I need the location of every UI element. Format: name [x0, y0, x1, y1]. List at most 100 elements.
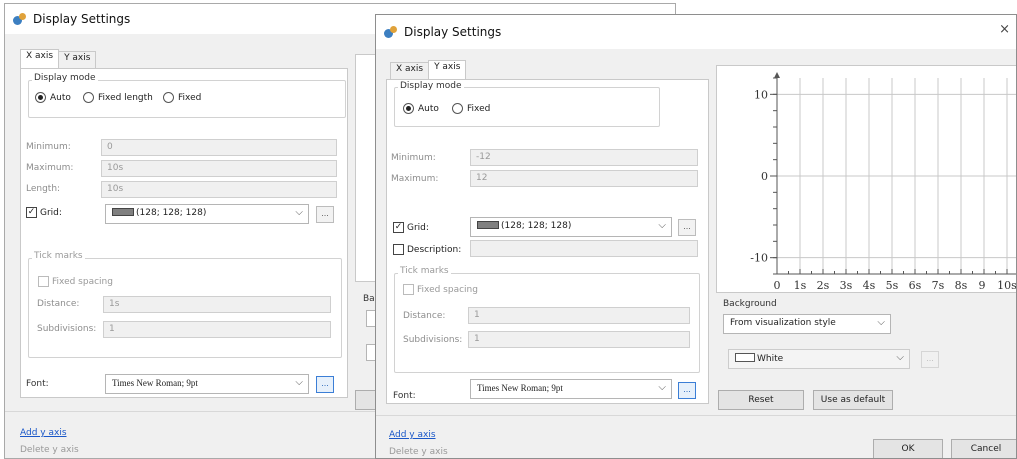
back-maximum-field[interactable]: 10s	[101, 160, 337, 177]
ok-button[interactable]: OK	[873, 439, 943, 458]
description-field[interactable]	[470, 240, 698, 257]
chevron-down-icon: ⌵	[658, 220, 666, 231]
back-fixed-spacing-checkbox[interactable]: Fixed spacing	[38, 276, 113, 287]
back-length-field[interactable]: 10s	[101, 181, 337, 198]
use-as-default-button[interactable]: Use as default	[813, 390, 893, 410]
cancel-button[interactable]: Cancel	[951, 439, 1016, 458]
back-delete-y-axis-link[interactable]: Delete y axis	[20, 445, 79, 455]
back-footer-separator	[5, 411, 385, 412]
radio-label: Fixed length	[98, 92, 153, 103]
checkbox-icon	[403, 284, 414, 295]
preview-panel: 10 0 -10 0 1s 2s 3s 4s 5s 6s 7s 8s 9 10s	[716, 65, 1017, 293]
title-bar[interactable]: Display Settings ×	[376, 15, 1016, 49]
x-tick-label: 2s	[817, 279, 830, 292]
grid-more-button[interactable]: ...	[678, 219, 696, 236]
checkmark-icon: ✓	[393, 222, 404, 233]
close-icon[interactable]: ×	[999, 22, 1010, 37]
minimum-field[interactable]: -12	[470, 149, 698, 166]
x-tick-label: 1s	[794, 279, 807, 292]
chevron-down-icon: ⌵	[295, 207, 303, 218]
tab-y-axis[interactable]: Y axis	[428, 60, 467, 79]
back-mode-fixed-length-radio[interactable]: Fixed length	[83, 92, 153, 103]
y-tick-label: 10	[754, 88, 768, 101]
back-tick-marks-label: Tick marks	[32, 251, 85, 261]
add-y-axis-link[interactable]: Add y axis	[389, 430, 436, 440]
back-add-y-axis-link[interactable]: Add y axis	[20, 428, 67, 438]
back-minimum-field[interactable]: 0	[101, 139, 337, 156]
footer-separator	[376, 415, 1016, 416]
mode-fixed-radio[interactable]: Fixed	[452, 103, 490, 114]
font-label: Font:	[393, 391, 416, 401]
tab-strip: X axis Y axis	[390, 60, 467, 79]
grid-color-select[interactable]: (128; 128; 128) ⌵	[470, 217, 672, 237]
x-tick-label: 8s	[955, 279, 968, 292]
background-source-select[interactable]: From visualization style ⌵	[723, 314, 891, 334]
x-tick-label: 10s	[997, 279, 1017, 292]
x-tick-label: 0	[774, 279, 781, 292]
back-display-mode-label: Display mode	[32, 73, 98, 83]
fixed-spacing-checkbox[interactable]: Fixed spacing	[403, 284, 478, 295]
back-grid-more-button[interactable]: ...	[316, 206, 334, 223]
dialog-title: Display Settings	[404, 25, 502, 39]
mode-auto-radio[interactable]: Auto	[403, 103, 439, 114]
radio-selected-icon	[403, 103, 414, 114]
tab-x-axis[interactable]: X axis	[390, 62, 430, 79]
chevron-down-icon: ⌵	[896, 352, 904, 363]
background-more-button[interactable]: ...	[921, 351, 939, 368]
radio-label: Fixed	[178, 92, 202, 103]
back-minimum-label: Minimum:	[26, 142, 71, 152]
background-label: Background	[723, 299, 777, 309]
tick-marks-label: Tick marks	[398, 266, 451, 276]
x-tick-label: 6s	[909, 279, 922, 292]
back-length-label: Length:	[26, 184, 61, 194]
back-distance-field[interactable]: 1s	[103, 296, 331, 313]
grid-color-swatch	[477, 221, 499, 229]
back-font-label: Font:	[26, 379, 49, 389]
checkbox-icon	[38, 276, 49, 287]
background-color-swatch	[735, 353, 755, 362]
checkbox-label: Grid:	[407, 222, 429, 233]
background-color-select[interactable]: White ⌵	[728, 349, 910, 369]
grid-checkbox[interactable]: ✓ Grid:	[393, 222, 429, 233]
chevron-down-icon: ⌵	[877, 317, 885, 328]
axis-preview: 10 0 -10 0 1s 2s 3s 4s 5s 6s 7s 8s 9 10s	[750, 72, 1017, 292]
back-font-more-button[interactable]: ...	[316, 376, 334, 393]
app-icon	[384, 25, 398, 39]
radio-label: Fixed	[467, 103, 491, 114]
checkbox-icon	[393, 244, 404, 255]
back-mode-fixed-radio[interactable]: Fixed	[163, 92, 201, 103]
x-tick-label: 9	[979, 279, 986, 292]
background-color-value: White	[757, 354, 784, 364]
delete-y-axis-link[interactable]: Delete y axis	[389, 447, 448, 457]
grid-color-swatch	[112, 208, 134, 216]
back-maximum-label: Maximum:	[26, 163, 74, 173]
back-mode-auto-radio[interactable]: Auto	[35, 92, 71, 103]
x-tick-label: 3s	[840, 279, 853, 292]
font-select[interactable]: Times New Roman; 9pt ⌵	[470, 379, 672, 399]
back-font-select[interactable]: Times New Roman; 9pt ⌵	[105, 374, 309, 394]
app-icon	[13, 12, 27, 26]
font-value: Times New Roman; 9pt	[477, 383, 563, 393]
back-subdivisions-field[interactable]: 1	[103, 321, 331, 338]
background-source-value: From visualization style	[730, 318, 836, 328]
back-grid-color-select[interactable]: (128; 128; 128) ⌵	[105, 204, 309, 224]
back-tab-x-axis[interactable]: X axis	[20, 49, 60, 68]
display-settings-dialog: Display Settings × X axis Y axis Display…	[375, 14, 1017, 459]
maximum-field[interactable]: 12	[470, 170, 698, 187]
back-subdivisions-label: Subdivisions:	[37, 324, 97, 334]
subdivisions-field[interactable]: 1	[468, 331, 690, 348]
radio-label: Auto	[50, 92, 71, 103]
chevron-down-icon: ⌵	[295, 377, 303, 388]
x-tick-label: 7s	[932, 279, 945, 292]
back-grid-checkbox[interactable]: ✓ Grid:	[26, 207, 62, 218]
y-tick-label: 0	[761, 170, 768, 183]
subdivisions-label: Subdivisions:	[403, 335, 463, 345]
font-more-button[interactable]: ...	[678, 382, 696, 399]
y-axis-arrow-icon	[774, 72, 780, 78]
font-value: Times New Roman; 9pt	[112, 378, 198, 388]
distance-field[interactable]: 1	[468, 307, 690, 324]
description-checkbox[interactable]: Description:	[393, 244, 461, 255]
reset-button[interactable]: Reset	[718, 390, 804, 410]
back-tab-y-axis[interactable]: Y axis	[58, 51, 97, 68]
x-tick-label: 5s	[886, 279, 899, 292]
